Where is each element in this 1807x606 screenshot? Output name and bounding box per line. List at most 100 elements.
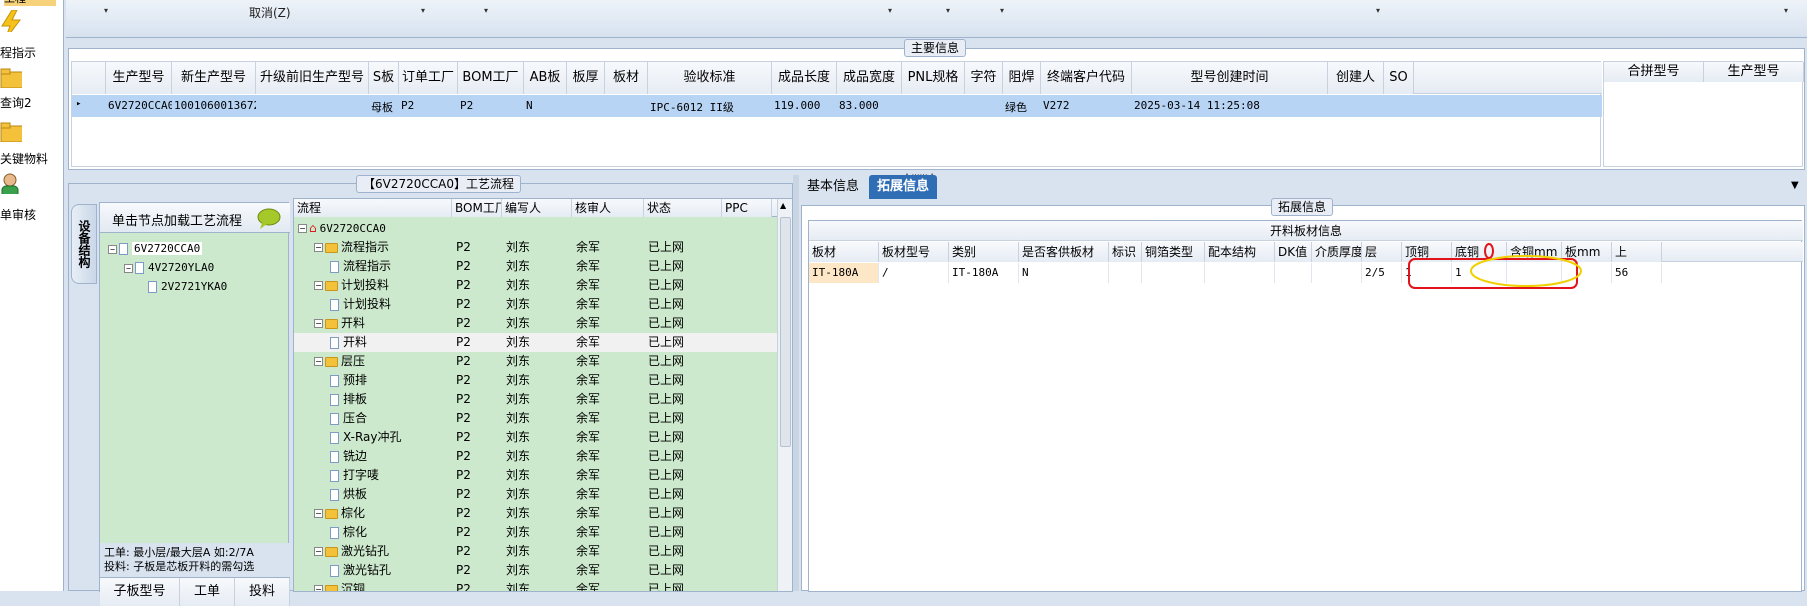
vertical-scrollbar[interactable]: ▲ <box>777 199 792 591</box>
column-header[interactable]: BOM工厂 <box>458 62 524 94</box>
table-row[interactable]: 铣边 P2 刘东 余军 已上网 <box>294 447 792 466</box>
flow-node[interactable]: 预排 <box>330 371 452 390</box>
column-header[interactable]: 配本结构 <box>1205 242 1275 262</box>
table-row[interactable]: − 激光钻孔 P2 刘东 余军 已上网 <box>294 542 792 561</box>
table-row[interactable]: − 沉铜 P2 刘东 余军 已上网 <box>294 580 792 591</box>
flow-node[interactable]: 打字唛 <box>330 466 452 485</box>
column-header[interactable]: 新生产型号 <box>172 62 256 94</box>
column-header[interactable]: 流程 <box>294 199 452 217</box>
column-header[interactable]: 验收标准 <box>648 62 772 94</box>
table-row[interactable]: − 棕化 P2 刘东 余军 已上网 <box>294 504 792 523</box>
flow-node[interactable]: X-Ray冲孔 <box>330 428 452 447</box>
column-header[interactable]: 状态 <box>644 199 722 217</box>
flow-node[interactable]: − 棕化 <box>314 504 452 523</box>
nav-item-review[interactable]: 单审核 <box>0 172 62 222</box>
flow-node[interactable]: 流程指示 <box>330 257 452 276</box>
dropdown-arrow-icon[interactable]: ▾ <box>1000 6 1004 15</box>
collapse-icon[interactable]: − <box>314 509 323 518</box>
tree-node[interactable]: 2V2721YKA0 <box>108 277 227 296</box>
table-row[interactable]: IT-180A / IT-180A N 2/5 1 1 56 <box>809 263 1803 283</box>
tree-node[interactable]: −6V2720CCA0 <box>108 239 227 258</box>
flow-node[interactable]: 棕化 <box>330 523 452 542</box>
dropdown-arrow-icon[interactable]: ▾ <box>484 6 488 15</box>
dropdown-arrow-icon[interactable]: ▾ <box>888 6 892 15</box>
column-header[interactable]: 型号创建时间 <box>1132 62 1328 94</box>
column-header[interactable]: 核审人 <box>572 199 644 217</box>
table-row[interactable]: 计划投料 P2 刘东 余军 已上网 <box>294 295 792 314</box>
flow-node[interactable]: − 流程指示 <box>314 238 452 257</box>
column-header[interactable]: AB板 <box>524 62 567 94</box>
column-header[interactable]: 板材 <box>809 242 879 262</box>
column-header[interactable]: 标识 <box>1109 242 1142 262</box>
flow-node[interactable]: − 计划投料 <box>314 276 452 295</box>
column-header[interactable]: 订单工厂 <box>399 62 458 94</box>
feeding-header[interactable]: 投料 <box>235 578 290 606</box>
table-row[interactable]: 棕化 P2 刘东 余军 已上网 <box>294 523 792 542</box>
column-header[interactable]: S板 <box>369 62 399 94</box>
flow-node[interactable]: − 沉铜 <box>314 580 452 591</box>
column-header[interactable]: 成品宽度 <box>837 62 902 94</box>
flow-node[interactable]: − 层压 <box>314 352 452 371</box>
flow-node[interactable]: − ⌂ 6V2720CCA0 <box>298 219 452 238</box>
dropdown-arrow-icon[interactable]: ▾ <box>1376 6 1380 15</box>
column-header[interactable]: 终端客户代码 <box>1041 62 1132 94</box>
flow-node[interactable]: 激光钻孔 <box>330 561 452 580</box>
column-header[interactable]: 介质厚度 <box>1312 242 1362 262</box>
nav-item-process[interactable]: 程指示 <box>0 10 62 60</box>
flow-node[interactable]: − 激光钻孔 <box>314 542 452 561</box>
column-header[interactable]: 类别 <box>949 242 1019 262</box>
column-header[interactable]: 上 <box>1612 242 1662 262</box>
cancel-label[interactable]: 取消(Z) <box>249 4 291 21</box>
column-header[interactable]: 板材 <box>605 62 648 94</box>
table-row[interactable]: − 流程指示 P2 刘东 余军 已上网 <box>294 238 792 257</box>
column-header[interactable]: 创建人 <box>1328 62 1384 94</box>
tab-basic-info[interactable]: 基本信息 <box>799 175 867 199</box>
column-header[interactable]: 成品长度 <box>772 62 837 94</box>
dropdown-arrow-icon[interactable]: ▾ <box>421 6 425 15</box>
flow-node[interactable]: 烘板 <box>330 485 452 504</box>
column-header[interactable]: DK值 <box>1275 242 1312 262</box>
collapse-icon[interactable]: − <box>314 357 323 366</box>
column-header[interactable]: SO <box>1384 62 1414 94</box>
collapse-icon[interactable]: − <box>298 224 307 233</box>
table-row[interactable]: 排板 P2 刘东 余军 已上网 <box>294 390 792 409</box>
table-row[interactable]: 预排 P2 刘东 余军 已上网 <box>294 371 792 390</box>
nav-item-key-material[interactable]: 关键物料 <box>0 118 62 168</box>
column-header[interactable]: 升级前旧生产型号 <box>256 62 369 94</box>
flow-node[interactable]: − 开料 <box>314 314 452 333</box>
flow-node[interactable]: 计划投料 <box>330 295 452 314</box>
column-header[interactable]: BOM工厂 <box>452 199 502 217</box>
table-row[interactable]: 烘板 P2 刘东 余军 已上网 <box>294 485 792 504</box>
device-structure-tab[interactable]: 设备结构 <box>71 204 97 284</box>
sub-model-header[interactable]: 子板型号 <box>100 578 180 606</box>
merge-model-header[interactable]: 合拼型号 <box>1604 62 1704 82</box>
flow-node[interactable]: 铣边 <box>330 447 452 466</box>
column-header[interactable]: 是否客供板材 <box>1019 242 1109 262</box>
column-header[interactable]: PNL规格 <box>902 62 965 94</box>
flow-node[interactable]: 排板 <box>330 390 452 409</box>
nav-item-query[interactable]: 查询2 <box>0 64 62 114</box>
collapse-icon[interactable]: − <box>314 243 323 252</box>
column-header[interactable]: 板厚 <box>567 62 605 94</box>
table-row[interactable]: − 计划投料 P2 刘东 余军 已上网 <box>294 276 792 295</box>
table-row[interactable]: − ⌂ 6V2720CCA0 <box>294 219 792 238</box>
column-header[interactable]: 板材型号 <box>879 242 949 262</box>
column-header[interactable]: 层 <box>1362 242 1402 262</box>
table-row[interactable]: − 层压 P2 刘东 余军 已上网 <box>294 352 792 371</box>
workorder-header[interactable]: 工单 <box>180 578 235 606</box>
column-header[interactable]: PPC <box>722 199 772 217</box>
dropdown-arrow-icon[interactable]: ▾ <box>104 6 108 15</box>
column-header[interactable]: 阻焊 <box>1003 62 1041 94</box>
column-header[interactable]: 编写人 <box>502 199 572 217</box>
collapse-icon[interactable]: − <box>314 547 323 556</box>
column-header[interactable]: 字符 <box>965 62 1003 94</box>
table-row[interactable]: − 开料 P2 刘东 余军 已上网 <box>294 314 792 333</box>
dropdown-arrow-icon[interactable]: ▾ <box>946 6 950 15</box>
scrollbar-thumb[interactable] <box>780 217 791 447</box>
table-row[interactable]: 压合 P2 刘东 余军 已上网 <box>294 409 792 428</box>
column-header[interactable]: 铜箔类型 <box>1142 242 1205 262</box>
collapse-icon[interactable]: − <box>314 319 323 328</box>
tree-node[interactable]: −4V2720YLA0 <box>108 258 227 277</box>
column-header[interactable]: 生产型号 <box>106 62 172 94</box>
table-row[interactable]: X-Ray冲孔 P2 刘东 余军 已上网 <box>294 428 792 447</box>
